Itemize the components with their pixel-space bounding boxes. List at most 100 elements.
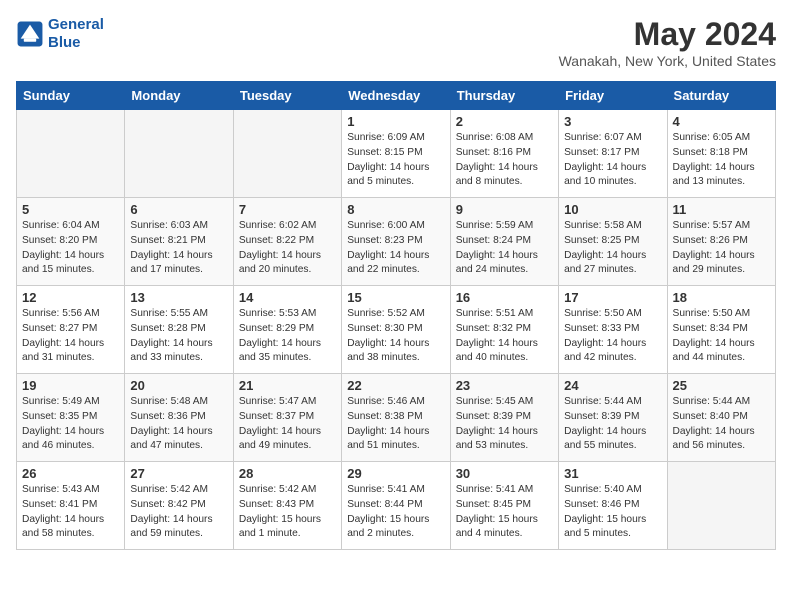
calendar-cell: 12Sunrise: 5:56 AMSunset: 8:27 PMDayligh… [17,286,125,374]
day-number: 16 [456,290,553,305]
calendar-week-2: 5 Sunrise: 6:04 AMSunset: 8:20 PMDaylight… [17,198,776,286]
calendar-cell: 5 Sunrise: 6:04 AMSunset: 8:20 PMDaylight… [17,198,125,286]
day-number: 1 [347,114,444,129]
day-info: Sunrise: 5:43 AMSunset: 8:41 PMDaylight:… [22,483,119,542]
logo-icon [16,20,44,48]
calendar-cell: 9 Sunrise: 5:59 AMSunset: 8:24 PMDaylight… [450,198,558,286]
calendar-table: SundayMondayTuesdayWednesdayThursdayFrid… [16,81,776,550]
day-info: Sunrise: 5:49 AMSunset: 8:35 PMDaylight:… [22,395,119,454]
header-saturday: Saturday [667,82,775,110]
header-wednesday: Wednesday [342,82,450,110]
calendar-week-4: 19 Sunrise: 5:49 AMSunset: 8:35 PMDayligh… [17,374,776,462]
calendar-cell: 27 Sunrise: 5:42 AMSunset: 8:42 PMDayligh… [125,462,233,550]
calendar-cell: 30 Sunrise: 5:41 AMSunset: 8:45 PMDayligh… [450,462,558,550]
day-number: 23 [456,378,553,393]
logo-line2: Blue [48,34,81,51]
header-sunday: Sunday [17,82,125,110]
logo-line1: General [48,16,104,33]
day-info: Sunrise: 6:02 AMSunset: 8:22 PMDaylight:… [239,219,336,278]
day-info: Sunrise: 5:40 AMSunset: 8:46 PMDaylight:… [564,483,661,542]
calendar-cell: 29Sunrise: 5:41 AMSunset: 8:44 PMDayligh… [342,462,450,550]
day-number: 9 [456,202,553,217]
calendar-header-row: SundayMondayTuesdayWednesdayThursdayFrid… [17,82,776,110]
location: Wanakah, New York, United States [559,53,776,69]
calendar-cell [233,110,341,198]
day-number: 8 [347,202,444,217]
day-info: Sunrise: 5:42 AMSunset: 8:42 PMDaylight:… [130,483,227,542]
day-number: 31 [564,466,661,481]
calendar-cell: 11Sunrise: 5:57 AMSunset: 8:26 PMDayligh… [667,198,775,286]
calendar-cell: 16 Sunrise: 5:51 AMSunset: 8:32 PMDayligh… [450,286,558,374]
day-info: Sunrise: 5:59 AMSunset: 8:24 PMDaylight:… [456,219,553,278]
calendar-cell: 22 Sunrise: 5:46 AMSunset: 8:38 PMDayligh… [342,374,450,462]
day-number: 22 [347,378,444,393]
calendar-cell: 14Sunrise: 5:53 AMSunset: 8:29 PMDayligh… [233,286,341,374]
calendar-cell: 19 Sunrise: 5:49 AMSunset: 8:35 PMDayligh… [17,374,125,462]
day-number: 24 [564,378,661,393]
calendar-cell: 15 Sunrise: 5:52 AMSunset: 8:30 PMDayligh… [342,286,450,374]
day-info: Sunrise: 5:41 AMSunset: 8:45 PMDaylight:… [456,483,553,542]
day-info: Sunrise: 6:07 AMSunset: 8:17 PMDaylight:… [564,131,661,190]
calendar-cell: 26Sunrise: 5:43 AMSunset: 8:41 PMDayligh… [17,462,125,550]
header-thursday: Thursday [450,82,558,110]
day-info: Sunrise: 5:44 AMSunset: 8:39 PMDaylight:… [564,395,661,454]
day-info: Sunrise: 5:51 AMSunset: 8:32 PMDaylight:… [456,307,553,366]
day-number: 11 [673,202,770,217]
calendar-cell [667,462,775,550]
day-number: 19 [22,378,119,393]
day-info: Sunrise: 5:48 AMSunset: 8:36 PMDaylight:… [130,395,227,454]
day-info: Sunrise: 6:03 AMSunset: 8:21 PMDaylight:… [130,219,227,278]
calendar-cell: 4 Sunrise: 6:05 AMSunset: 8:18 PMDaylight… [667,110,775,198]
day-number: 12 [22,290,119,305]
day-number: 14 [239,290,336,305]
header-monday: Monday [125,82,233,110]
day-number: 4 [673,114,770,129]
day-number: 15 [347,290,444,305]
calendar-cell: 23Sunrise: 5:45 AMSunset: 8:39 PMDayligh… [450,374,558,462]
day-number: 5 [22,202,119,217]
day-number: 29 [347,466,444,481]
header-tuesday: Tuesday [233,82,341,110]
calendar-cell: 24 Sunrise: 5:44 AMSunset: 8:39 PMDayligh… [559,374,667,462]
calendar-week-3: 12Sunrise: 5:56 AMSunset: 8:27 PMDayligh… [17,286,776,374]
calendar-cell: 3 Sunrise: 6:07 AMSunset: 8:17 PMDaylight… [559,110,667,198]
day-info: Sunrise: 6:08 AMSunset: 8:16 PMDaylight:… [456,131,553,190]
calendar-cell: 6 Sunrise: 6:03 AMSunset: 8:21 PMDaylight… [125,198,233,286]
calendar-cell [17,110,125,198]
day-number: 28 [239,466,336,481]
day-number: 20 [130,378,227,393]
day-info: Sunrise: 6:04 AMSunset: 8:20 PMDaylight:… [22,219,119,278]
calendar-cell: 8 Sunrise: 6:00 AMSunset: 8:23 PMDaylight… [342,198,450,286]
logo: General Blue [16,16,104,52]
calendar-week-5: 26Sunrise: 5:43 AMSunset: 8:41 PMDayligh… [17,462,776,550]
header-friday: Friday [559,82,667,110]
day-number: 27 [130,466,227,481]
day-number: 13 [130,290,227,305]
month-title: May 2024 [559,16,776,53]
day-number: 3 [564,114,661,129]
page-header: General Blue May 2024 Wanakah, New York,… [16,16,776,69]
calendar-cell: 2Sunrise: 6:08 AMSunset: 8:16 PMDaylight… [450,110,558,198]
calendar-cell: 18Sunrise: 5:50 AMSunset: 8:34 PMDayligh… [667,286,775,374]
day-info: Sunrise: 5:47 AMSunset: 8:37 PMDaylight:… [239,395,336,454]
day-info: Sunrise: 5:42 AMSunset: 8:43 PMDaylight:… [239,483,336,542]
calendar-cell: 7Sunrise: 6:02 AMSunset: 8:22 PMDaylight… [233,198,341,286]
day-number: 17 [564,290,661,305]
day-number: 10 [564,202,661,217]
logo-text: General Blue [48,16,104,52]
day-number: 30 [456,466,553,481]
day-info: Sunrise: 5:55 AMSunset: 8:28 PMDaylight:… [130,307,227,366]
day-info: Sunrise: 6:05 AMSunset: 8:18 PMDaylight:… [673,131,770,190]
day-info: Sunrise: 5:58 AMSunset: 8:25 PMDaylight:… [564,219,661,278]
day-number: 25 [673,378,770,393]
day-number: 6 [130,202,227,217]
day-info: Sunrise: 5:52 AMSunset: 8:30 PMDaylight:… [347,307,444,366]
day-info: Sunrise: 6:00 AMSunset: 8:23 PMDaylight:… [347,219,444,278]
calendar-cell: 1Sunrise: 6:09 AMSunset: 8:15 PMDaylight… [342,110,450,198]
day-info: Sunrise: 5:46 AMSunset: 8:38 PMDaylight:… [347,395,444,454]
calendar-cell: 28 Sunrise: 5:42 AMSunset: 8:43 PMDayligh… [233,462,341,550]
calendar-cell: 13 Sunrise: 5:55 AMSunset: 8:28 PMDayligh… [125,286,233,374]
calendar-week-1: 1Sunrise: 6:09 AMSunset: 8:15 PMDaylight… [17,110,776,198]
title-block: May 2024 Wanakah, New York, United State… [559,16,776,69]
calendar-cell: 21Sunrise: 5:47 AMSunset: 8:37 PMDayligh… [233,374,341,462]
